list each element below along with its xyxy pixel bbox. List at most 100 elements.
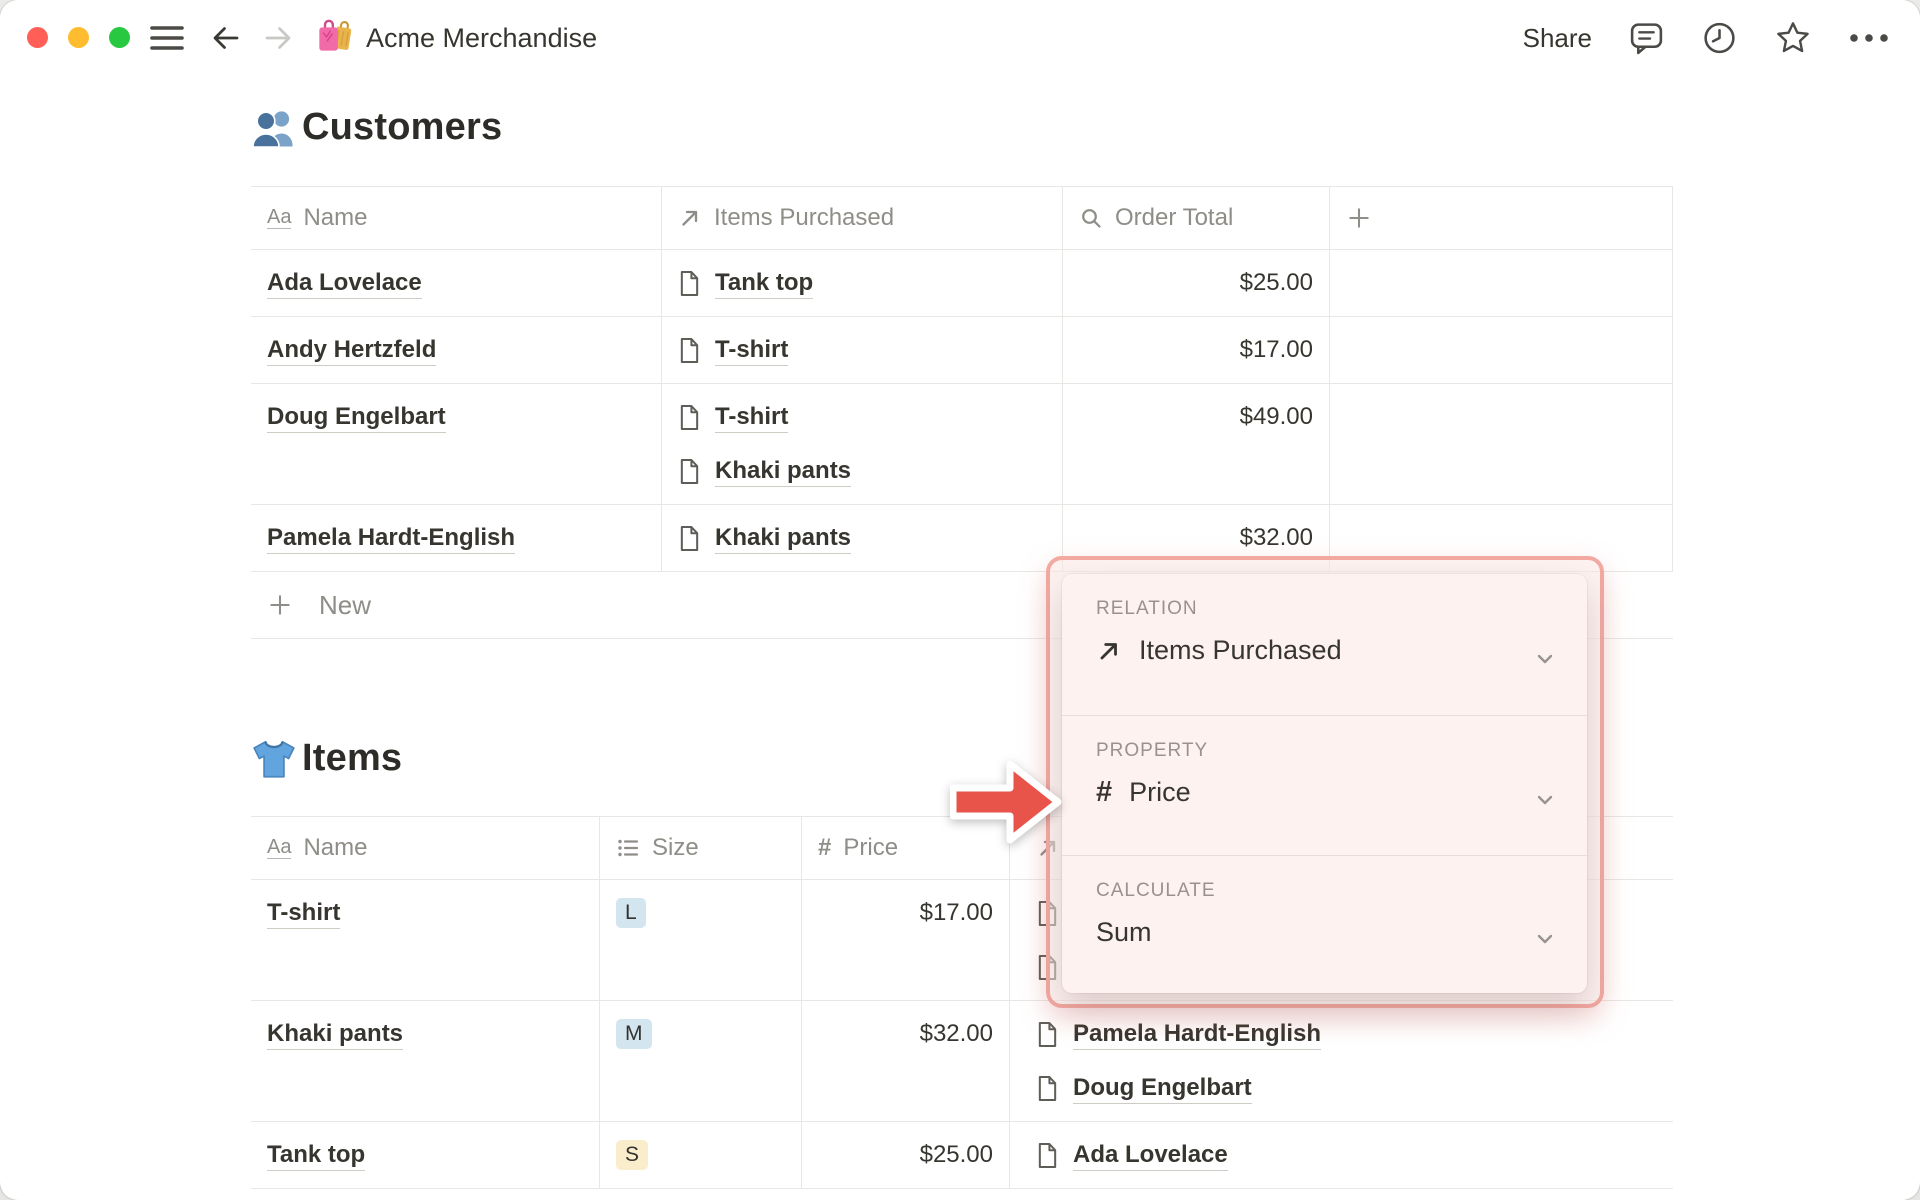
page-icon bbox=[678, 337, 701, 364]
history-clock-icon[interactable] bbox=[1701, 19, 1738, 57]
name-cell[interactable]: Tank top bbox=[251, 1122, 600, 1188]
column-header-label: Name bbox=[303, 834, 368, 861]
size-badge[interactable]: S bbox=[616, 1140, 649, 1170]
name-cell[interactable]: Ada Lovelace bbox=[251, 250, 662, 316]
close-window-button[interactable] bbox=[27, 27, 48, 48]
column-header-name[interactable]: Aa Name bbox=[251, 187, 662, 249]
back-arrow-icon[interactable] bbox=[210, 22, 242, 54]
customers-section-heading[interactable]: Customers bbox=[251, 106, 502, 149]
popup-property-section: PROPERTY # Price bbox=[1062, 716, 1587, 856]
table-row: Andy Hertzfeld T-shirt $17.00 bbox=[251, 317, 1673, 384]
popup-calculate-section: CALCULATE Sum bbox=[1062, 856, 1587, 993]
size-cell[interactable]: L bbox=[600, 880, 802, 1000]
linked-record-line: Ada Lovelace bbox=[1036, 1128, 1673, 1182]
size-badge[interactable]: M bbox=[616, 1019, 652, 1049]
page-link[interactable]: Tank top bbox=[267, 1140, 366, 1171]
items-purchased-cell[interactable]: Tank top bbox=[662, 250, 1063, 316]
column-header-label: Size bbox=[652, 834, 699, 861]
linked-record-line: T-shirt bbox=[678, 390, 1062, 444]
price-cell[interactable]: $32.00 bbox=[802, 1001, 1010, 1121]
linked-record-line: Tank top bbox=[678, 256, 1062, 310]
comments-icon[interactable] bbox=[1628, 19, 1665, 57]
name-cell[interactable]: Khaki pants bbox=[251, 1001, 600, 1121]
size-line: M bbox=[616, 1007, 801, 1061]
chevron-down-icon[interactable] bbox=[1533, 647, 1557, 671]
page-link[interactable]: Ada Lovelace bbox=[267, 268, 422, 299]
empty-cell[interactable] bbox=[1330, 317, 1673, 383]
order-total-cell[interactable]: $17.00 bbox=[1063, 317, 1330, 383]
more-options-icon[interactable] bbox=[1848, 32, 1890, 44]
popup-relation-section: RELATION Items Purchased bbox=[1062, 574, 1587, 716]
page-link[interactable]: T-shirt bbox=[715, 335, 789, 366]
column-header-name[interactable]: Aa Name bbox=[251, 817, 600, 879]
relation-select[interactable]: Items Purchased bbox=[1096, 635, 1587, 666]
order-total-cell[interactable]: $25.00 bbox=[1063, 250, 1330, 316]
purchased-by-cell[interactable]: Pamela Hardt-English Doug Engelbart bbox=[1010, 1001, 1673, 1121]
price-cell[interactable]: $25.00 bbox=[802, 1122, 1010, 1188]
linked-record-line: Doug Engelbart bbox=[267, 390, 661, 444]
column-header-order-total[interactable]: Order Total bbox=[1063, 187, 1330, 249]
page-link[interactable]: T-shirt bbox=[267, 898, 341, 929]
linked-record-line: Pamela Hardt-English bbox=[267, 511, 661, 565]
linked-record-line: Ada Lovelace bbox=[267, 256, 661, 310]
page-title[interactable]: Acme Merchandise bbox=[316, 0, 597, 76]
linked-record-line: Tank top bbox=[267, 1128, 599, 1182]
favorite-star-icon[interactable] bbox=[1774, 19, 1812, 57]
column-header-items-purchased[interactable]: Items Purchased bbox=[662, 187, 1063, 249]
name-cell[interactable]: T-shirt bbox=[251, 880, 600, 1000]
table-row: Ada Lovelace Tank top $25.00 bbox=[251, 250, 1673, 317]
items-purchased-cell[interactable]: T-shirt bbox=[662, 317, 1063, 383]
size-cell[interactable]: M bbox=[600, 1001, 802, 1121]
column-header-plus-icon[interactable] bbox=[1330, 187, 1673, 249]
page-link[interactable]: Khaki pants bbox=[267, 1019, 404, 1050]
page-link[interactable]: Khaki pants bbox=[715, 523, 852, 554]
rollup-config-popup: RELATION Items Purchased PROPERTY # Pric… bbox=[1062, 574, 1587, 993]
order-total-cell[interactable]: $49.00 bbox=[1063, 384, 1330, 504]
price-value: $17.00 bbox=[919, 899, 993, 926]
forward-arrow-icon[interactable] bbox=[262, 22, 294, 54]
linked-record-line: Khaki pants bbox=[678, 511, 1062, 565]
page-link[interactable]: Pamela Hardt-English bbox=[1073, 1019, 1322, 1050]
zoom-window-button[interactable] bbox=[109, 27, 130, 48]
items-purchased-cell[interactable]: T-shirt Khaki pants bbox=[662, 384, 1063, 504]
page-link[interactable]: Doug Engelbart bbox=[267, 402, 446, 433]
page-link[interactable]: Khaki pants bbox=[715, 456, 852, 487]
rollup-config-highlight-ring: RELATION Items Purchased PROPERTY # Pric… bbox=[1046, 556, 1604, 1008]
property-select[interactable]: # Price bbox=[1096, 777, 1587, 808]
price-value: $25.00 bbox=[919, 1141, 993, 1168]
empty-cell[interactable] bbox=[1330, 384, 1673, 504]
empty-cell[interactable] bbox=[1330, 250, 1673, 316]
size-badge[interactable]: L bbox=[616, 898, 646, 928]
column-header-size[interactable]: Size bbox=[600, 817, 802, 879]
page-icon bbox=[678, 458, 701, 485]
purchased-by-cell[interactable]: Ada Lovelace bbox=[1010, 1122, 1673, 1188]
chevron-down-icon[interactable] bbox=[1533, 927, 1557, 951]
page-link[interactable]: Ada Lovelace bbox=[1073, 1140, 1228, 1171]
calculate-select[interactable]: Sum bbox=[1096, 917, 1587, 948]
page-link[interactable]: Andy Hertzfeld bbox=[267, 335, 437, 366]
number-icon: # bbox=[818, 834, 832, 861]
name-cell[interactable]: Andy Hertzfeld bbox=[251, 317, 662, 383]
share-button[interactable]: Share bbox=[1523, 23, 1592, 54]
page-link[interactable]: T-shirt bbox=[715, 402, 789, 433]
titlebar-actions: Share bbox=[1523, 0, 1890, 76]
page-link[interactable]: Pamela Hardt-English bbox=[267, 523, 516, 554]
items-section-heading[interactable]: Items bbox=[251, 737, 402, 780]
chevron-down-icon[interactable] bbox=[1533, 788, 1557, 812]
relation-select-value: Items Purchased bbox=[1139, 635, 1342, 665]
price-cell[interactable]: $17.00 bbox=[802, 880, 1010, 1000]
relation-section-label: RELATION bbox=[1096, 598, 1198, 619]
minimize-window-button[interactable] bbox=[68, 27, 89, 48]
size-cell[interactable]: S bbox=[600, 1122, 802, 1188]
hamburger-menu-icon[interactable] bbox=[150, 25, 184, 51]
name-cell[interactable]: Pamela Hardt-English bbox=[251, 505, 662, 571]
property-section-label: PROPERTY bbox=[1096, 740, 1209, 761]
name-cell[interactable]: Doug Engelbart bbox=[251, 384, 662, 504]
column-header-label: Name bbox=[303, 204, 368, 231]
page-link[interactable]: Tank top bbox=[715, 268, 814, 299]
page-icon bbox=[1036, 1021, 1059, 1048]
items-purchased-cell[interactable]: Khaki pants bbox=[662, 505, 1063, 571]
page-link[interactable]: Doug Engelbart bbox=[1073, 1073, 1252, 1104]
shopping-bags-icon bbox=[316, 15, 354, 62]
people-icon bbox=[251, 107, 297, 149]
